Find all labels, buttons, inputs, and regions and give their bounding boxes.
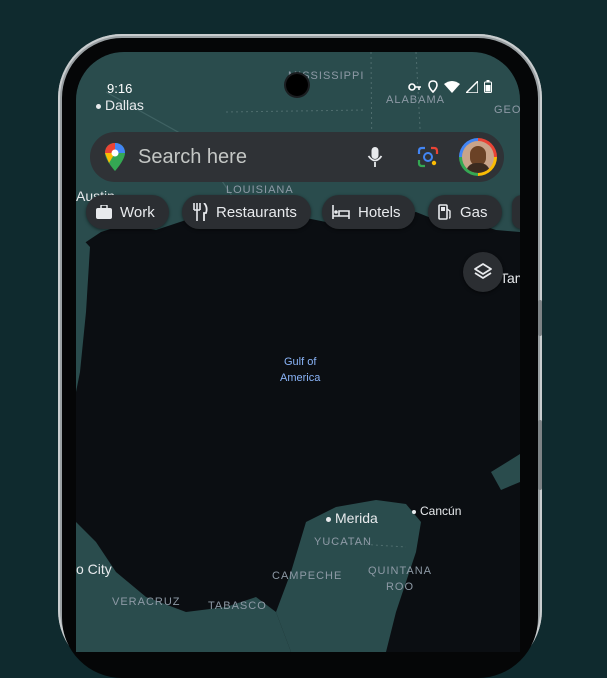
city-label-mexico-city: o City [76, 561, 112, 577]
front-camera [286, 74, 308, 96]
vpn-key-icon [408, 82, 421, 91]
layers-icon [474, 263, 492, 279]
status-icons [408, 80, 492, 93]
region-label-yucatan: YUCATAN [314, 536, 372, 548]
region-label-veracruz: VERACRUZ [112, 596, 181, 608]
gas-pump-icon [438, 204, 451, 220]
chip-hotels[interactable]: Hotels [322, 195, 415, 229]
briefcase-icon [96, 205, 112, 219]
google-lens-icon[interactable] [417, 146, 439, 168]
chip-label-gas: Gas [460, 203, 488, 221]
cell-signal-icon [466, 80, 478, 93]
avatar-photo [462, 141, 494, 173]
chip-gas[interactable]: Gas [428, 195, 502, 229]
bed-icon [332, 205, 350, 219]
battery-icon [484, 80, 492, 93]
water-label-gulf: Gulf of America [280, 356, 321, 384]
google-maps-pin-icon [105, 143, 125, 171]
city-dot [412, 509, 416, 514]
fork-knife-icon [193, 203, 208, 221]
region-label-geo: GEO [494, 104, 520, 116]
power-button [538, 420, 542, 490]
search-bar[interactable]: Search here [90, 132, 504, 182]
wifi-icon [444, 80, 460, 93]
status-time: 9:16 [107, 81, 133, 96]
microphone-icon[interactable] [367, 146, 383, 168]
city-label-merida: Merida [326, 510, 378, 526]
city-label-tampa: Tam [500, 270, 520, 286]
region-label-tabasco: TABASCO [208, 600, 267, 612]
region-label-alabama: ALABAMA [386, 94, 445, 106]
volume-button [538, 300, 542, 336]
region-label-quintana-roo: QUINTANA ROO [368, 565, 433, 593]
chip-restaurants[interactable]: Restaurants [182, 195, 311, 229]
city-dot [326, 516, 331, 522]
chip-label-restaurants: Restaurants [216, 203, 297, 221]
location-icon [428, 80, 438, 93]
search-input[interactable]: Search here [138, 146, 367, 169]
map-screen[interactable]: MISSISSIPPI ALABAMA GEO LOUISIANA Dallas… [76, 52, 520, 652]
chip-label-work: Work [120, 203, 155, 221]
city-label-dallas: Dallas [96, 97, 144, 113]
chip-more[interactable] [512, 195, 520, 229]
city-label-cancun: Cancún [412, 504, 461, 518]
city-dot [96, 103, 101, 109]
chip-work[interactable]: Work [86, 195, 169, 229]
chip-label-hotels: Hotels [358, 203, 401, 221]
layers-button[interactable] [463, 252, 503, 292]
account-avatar[interactable] [459, 138, 497, 176]
region-label-campeche: CAMPECHE [272, 570, 343, 582]
